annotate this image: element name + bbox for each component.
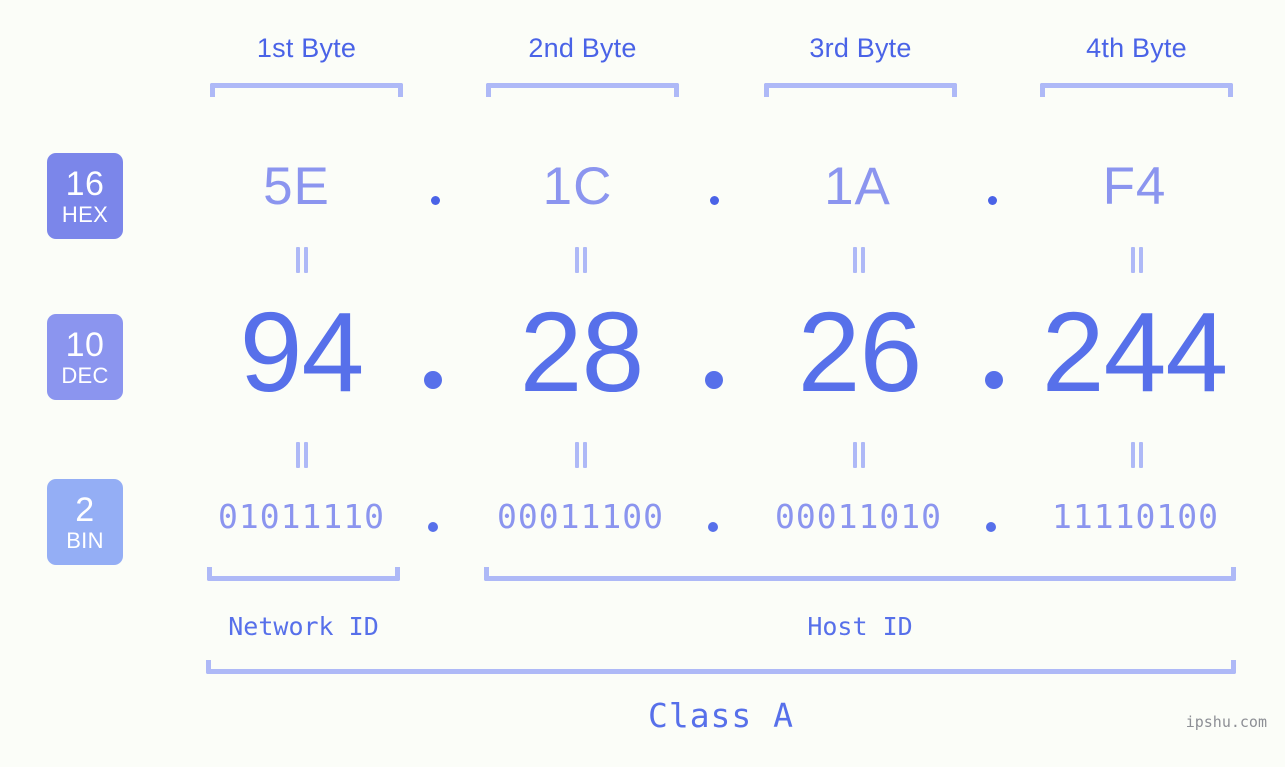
host-id-bracket bbox=[484, 567, 1236, 581]
base-badge-hex: 16 HEX bbox=[47, 153, 123, 239]
byte-header-4: 4th Byte bbox=[1086, 33, 1187, 63]
bin-byte-4: 11110100 bbox=[1052, 497, 1219, 536]
bin-separator-dot-2 bbox=[708, 522, 718, 532]
dec-separator-dot-1 bbox=[424, 371, 442, 389]
hex-byte-4: F4 bbox=[1102, 157, 1167, 216]
network-id-label: Network ID bbox=[228, 612, 379, 641]
base-badge-bin-number: 2 bbox=[75, 490, 95, 529]
equals-icon-hex-dec-3 bbox=[852, 247, 866, 273]
bin-separator-dot-1 bbox=[428, 522, 438, 532]
base-badge-dec-number: 10 bbox=[65, 325, 105, 364]
equals-icon-hex-dec-4 bbox=[1130, 247, 1144, 273]
base-badge-hex-number: 16 bbox=[65, 164, 105, 203]
byte-bracket-top-4 bbox=[1040, 83, 1233, 97]
bin-byte-3: 00011010 bbox=[775, 497, 942, 536]
host-id-label: Host ID bbox=[807, 612, 913, 641]
hex-separator-dot-2 bbox=[710, 196, 719, 205]
dec-byte-2: 28 bbox=[519, 289, 645, 415]
byte-bracket-top-2 bbox=[486, 83, 679, 97]
hex-byte-3: 1A bbox=[824, 157, 891, 216]
watermark: ipshu.com bbox=[1185, 713, 1267, 731]
base-badge-hex-name: HEX bbox=[61, 201, 109, 227]
hex-byte-2: 1C bbox=[542, 157, 613, 216]
base-badge-bin: 2 BIN bbox=[47, 479, 123, 565]
base-badge-bin-name: BIN bbox=[66, 527, 104, 553]
equals-icon-dec-bin-1 bbox=[295, 442, 309, 468]
dec-byte-4: 244 bbox=[1041, 289, 1229, 415]
hex-separator-dot-3 bbox=[988, 196, 997, 205]
equals-icon-dec-bin-4 bbox=[1130, 442, 1144, 468]
class-bracket bbox=[206, 660, 1236, 674]
bin-byte-2: 00011100 bbox=[497, 497, 664, 536]
dec-separator-dot-3 bbox=[985, 371, 1003, 389]
class-label: Class A bbox=[647, 696, 795, 735]
byte-header-2: 2nd Byte bbox=[528, 33, 637, 63]
equals-icon-dec-bin-2 bbox=[574, 442, 588, 468]
base-badge-dec: 10 DEC bbox=[47, 314, 123, 400]
byte-header-3: 3rd Byte bbox=[809, 33, 912, 63]
equals-icon-hex-dec-1 bbox=[295, 247, 309, 273]
hex-byte-1: 5E bbox=[263, 157, 330, 216]
dec-separator-dot-2 bbox=[705, 371, 723, 389]
base-badge-dec-name: DEC bbox=[61, 362, 109, 388]
byte-bracket-top-3 bbox=[764, 83, 957, 97]
dec-byte-3: 26 bbox=[797, 289, 923, 415]
network-id-bracket bbox=[207, 567, 400, 581]
bin-separator-dot-3 bbox=[986, 522, 996, 532]
equals-icon-hex-dec-2 bbox=[574, 247, 588, 273]
byte-bracket-top-1 bbox=[210, 83, 403, 97]
equals-icon-dec-bin-3 bbox=[852, 442, 866, 468]
ip-breakdown-diagram: 1st Byte 2nd Byte 3rd Byte 4th Byte 16 H… bbox=[0, 0, 1285, 767]
dec-byte-1: 94 bbox=[239, 289, 365, 415]
bin-byte-1: 01011110 bbox=[218, 497, 385, 536]
hex-separator-dot-1 bbox=[431, 196, 440, 205]
byte-header-1: 1st Byte bbox=[256, 33, 357, 63]
